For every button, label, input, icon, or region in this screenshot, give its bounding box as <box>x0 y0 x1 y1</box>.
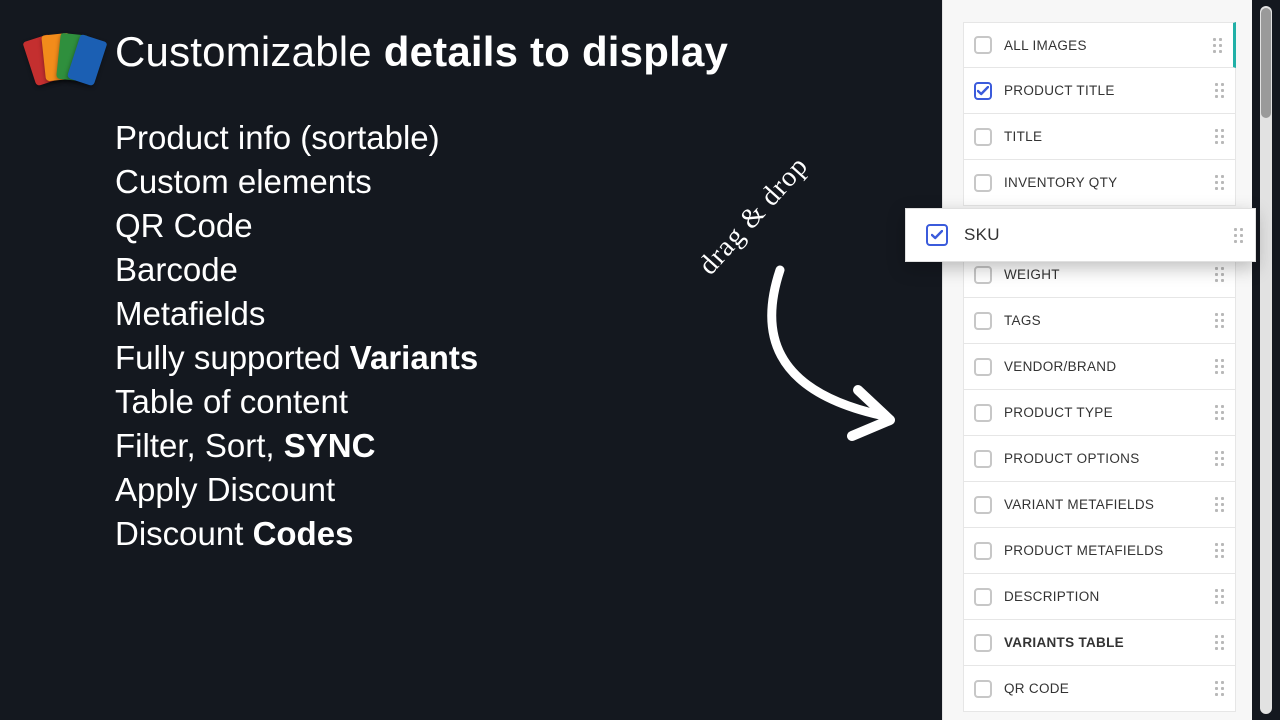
row-label: TAGS <box>1004 313 1213 328</box>
details-row[interactable]: ALL IMAGES <box>963 22 1236 68</box>
drag-handle-icon[interactable] <box>1213 312 1225 330</box>
drag-handle-icon[interactable] <box>1213 634 1225 652</box>
checkbox-icon[interactable] <box>974 542 992 560</box>
drag-handle-icon[interactable] <box>1213 542 1225 560</box>
drag-handle-icon[interactable] <box>1213 680 1225 698</box>
drag-handle-icon[interactable] <box>1213 174 1225 192</box>
drag-handle-icon[interactable] <box>1231 226 1245 244</box>
row-label: PRODUCT TITLE <box>1004 83 1213 98</box>
drag-handle-icon[interactable] <box>1211 36 1223 54</box>
checkbox-icon[interactable] <box>974 404 992 422</box>
row-label: VARIANTS TABLE <box>1004 635 1213 650</box>
checkbox-icon[interactable] <box>974 634 992 652</box>
row-label: PRODUCT METAFIELDS <box>1004 543 1213 558</box>
details-row[interactable]: VARIANT METAFIELDS <box>963 482 1236 528</box>
checkbox-icon[interactable] <box>974 312 992 330</box>
details-row[interactable]: INVENTORY QTY <box>963 160 1236 206</box>
row-label: TITLE <box>1004 129 1213 144</box>
details-row[interactable]: TAGS <box>963 298 1236 344</box>
page-title: Customizable details to display <box>115 28 880 76</box>
details-row[interactable]: PRODUCT TITLE <box>963 68 1236 114</box>
details-row[interactable]: PRODUCT TYPE <box>963 390 1236 436</box>
details-row[interactable]: PRODUCT METAFIELDS <box>963 528 1236 574</box>
feature-item: Apply Discount <box>115 468 880 512</box>
row-label: ALL IMAGES <box>1004 38 1211 53</box>
row-label: QR CODE <box>1004 681 1213 696</box>
drag-handle-icon[interactable] <box>1213 128 1225 146</box>
drag-handle-icon[interactable] <box>1213 404 1225 422</box>
drag-handle-icon[interactable] <box>1213 450 1225 468</box>
checkbox-icon[interactable] <box>974 128 992 146</box>
checkbox-icon[interactable] <box>974 680 992 698</box>
row-label: WEIGHT <box>1004 267 1213 282</box>
checkbox-icon[interactable] <box>974 358 992 376</box>
details-row[interactable]: QR CODE <box>963 666 1236 712</box>
feature-item: Discount Codes <box>115 512 880 556</box>
details-panel: ALL IMAGES PRODUCT TITLE TITLE INVENTORY… <box>942 0 1252 720</box>
checkbox-icon[interactable] <box>974 82 992 100</box>
arrow-icon <box>740 260 920 450</box>
checkbox-icon[interactable] <box>974 450 992 468</box>
checkbox-icon[interactable] <box>974 36 992 54</box>
title-emphasis: details to display <box>384 28 728 75</box>
details-row[interactable]: VARIANTS TABLE <box>963 620 1236 666</box>
row-label: SKU <box>964 225 1231 245</box>
checkbox-icon[interactable] <box>974 174 992 192</box>
drag-handle-icon[interactable] <box>1213 358 1225 376</box>
details-row[interactable]: TITLE <box>963 114 1236 160</box>
drag-handle-icon[interactable] <box>1213 496 1225 514</box>
scrollbar-thumb[interactable] <box>1261 8 1271 118</box>
checkbox-icon[interactable] <box>926 224 948 246</box>
details-row[interactable]: PRODUCT OPTIONS <box>963 436 1236 482</box>
dragging-row[interactable]: SKU <box>905 208 1256 262</box>
drag-handle-icon[interactable] <box>1213 82 1225 100</box>
row-label: INVENTORY QTY <box>1004 175 1213 190</box>
row-label: VENDOR/BRAND <box>1004 359 1213 374</box>
details-list: ALL IMAGES PRODUCT TITLE TITLE INVENTORY… <box>963 22 1236 712</box>
scrollbar[interactable] <box>1260 6 1272 714</box>
checkbox-icon[interactable] <box>974 266 992 284</box>
row-label: PRODUCT TYPE <box>1004 405 1213 420</box>
drag-handle-icon[interactable] <box>1213 266 1225 284</box>
row-label: DESCRIPTION <box>1004 589 1213 604</box>
title-prefix: Customizable <box>115 28 384 75</box>
drag-handle-icon[interactable] <box>1213 588 1225 606</box>
app-logo <box>32 28 92 92</box>
feature-item: Product info (sortable) <box>115 116 880 160</box>
row-label: VARIANT METAFIELDS <box>1004 497 1213 512</box>
row-label: PRODUCT OPTIONS <box>1004 451 1213 466</box>
details-row[interactable]: VENDOR/BRAND <box>963 344 1236 390</box>
checkbox-icon[interactable] <box>974 588 992 606</box>
details-row[interactable]: DESCRIPTION <box>963 574 1236 620</box>
checkbox-icon[interactable] <box>974 496 992 514</box>
